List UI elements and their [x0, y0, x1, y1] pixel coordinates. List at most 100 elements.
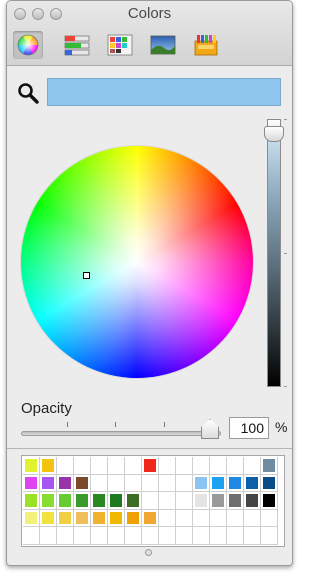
opacity-slider[interactable] [21, 431, 221, 436]
swatch-cell[interactable] [244, 527, 261, 545]
swatch-cell[interactable] [210, 457, 227, 475]
swatch-cell[interactable] [125, 492, 142, 510]
swatch-cell[interactable] [108, 509, 125, 527]
swatch-cell[interactable] [91, 509, 108, 527]
swatch-cell[interactable] [227, 527, 244, 545]
swatch-cell[interactable] [193, 527, 210, 545]
swatch-cell[interactable] [91, 474, 108, 492]
swatch-color [110, 494, 122, 507]
swatch-cell[interactable] [23, 509, 40, 527]
swatch-cell[interactable] [142, 457, 159, 475]
swatch-cell[interactable] [142, 474, 159, 492]
swatch-cell[interactable] [91, 457, 108, 475]
swatch-cell[interactable] [261, 527, 278, 545]
swatch-cell[interactable] [176, 509, 193, 527]
swatch-cell[interactable] [57, 527, 74, 545]
swatch-cell[interactable] [125, 474, 142, 492]
opacity-slider-knob[interactable] [201, 419, 219, 439]
swatch-cell[interactable] [193, 492, 210, 510]
tab-palettes[interactable] [105, 31, 135, 59]
swatch-cell[interactable] [176, 457, 193, 475]
swatch-cell[interactable] [193, 474, 210, 492]
swatch-cell[interactable] [261, 492, 278, 510]
swatch-cell[interactable] [227, 509, 244, 527]
swatch-cell[interactable] [108, 474, 125, 492]
swatch-cell[interactable] [57, 457, 74, 475]
swatch-cell[interactable] [57, 474, 74, 492]
swatch-cell[interactable] [125, 527, 142, 545]
swatch-cell[interactable] [176, 474, 193, 492]
swatch-cell[interactable] [244, 457, 261, 475]
swatch-cell[interactable] [244, 492, 261, 510]
swatch-cell[interactable] [23, 527, 40, 545]
swatch-cell[interactable] [91, 527, 108, 545]
tab-sliders[interactable] [62, 31, 92, 59]
swatch-cell[interactable] [108, 457, 125, 475]
swatch-cell[interactable] [40, 527, 57, 545]
swatch-cell[interactable] [210, 474, 227, 492]
swatch-cell[interactable] [159, 527, 176, 545]
swatch-cell[interactable] [23, 492, 40, 510]
swatch-cell[interactable] [74, 527, 91, 545]
swatch-cell[interactable] [227, 492, 244, 510]
swatch-cell[interactable] [261, 474, 278, 492]
swatch-cell[interactable] [74, 492, 91, 510]
swatch-cell[interactable] [159, 457, 176, 475]
swatch-cell[interactable] [108, 492, 125, 510]
swatch-cell[interactable] [74, 474, 91, 492]
swatch-cell[interactable] [261, 509, 278, 527]
swatch-cell[interactable] [40, 492, 57, 510]
swatch-cell[interactable] [244, 474, 261, 492]
swatch-cell[interactable] [227, 457, 244, 475]
swatch-cell[interactable] [227, 474, 244, 492]
swatch-cell[interactable] [159, 474, 176, 492]
opacity-tick [115, 422, 116, 427]
search-input[interactable] [47, 78, 281, 106]
swatch-cell[interactable] [210, 527, 227, 545]
swatch-cell[interactable] [108, 527, 125, 545]
brightness-tick [284, 253, 287, 254]
tab-image-palette[interactable] [148, 31, 178, 59]
swatch-cell[interactable] [176, 492, 193, 510]
swatch-color [127, 494, 139, 507]
swatch-color [76, 511, 88, 524]
swatch-color [42, 494, 54, 507]
swatch-cell[interactable] [210, 509, 227, 527]
swatch-cell[interactable] [91, 492, 108, 510]
swatch-resize-handle[interactable] [145, 549, 152, 556]
swatch-cell[interactable] [244, 509, 261, 527]
swatch-cell[interactable] [40, 457, 57, 475]
swatch-cell[interactable] [142, 527, 159, 545]
brightness-slider-knob[interactable] [264, 126, 284, 142]
swatch-cell[interactable] [142, 509, 159, 527]
swatch-cell[interactable] [159, 509, 176, 527]
swatch-color [93, 494, 105, 507]
swatch-cell[interactable] [57, 509, 74, 527]
color-wheel[interactable] [21, 146, 253, 378]
tab-crayons[interactable] [191, 31, 221, 59]
color-wheel-cursor[interactable] [83, 272, 90, 279]
swatch-cell[interactable] [142, 492, 159, 510]
swatch-cell[interactable] [210, 492, 227, 510]
tab-color-wheel[interactable] [13, 31, 43, 59]
swatch-color [144, 511, 156, 524]
swatch-cell[interactable] [40, 509, 57, 527]
swatch-cell[interactable] [40, 474, 57, 492]
swatch-color [229, 476, 241, 489]
opacity-value-field[interactable]: 100 [229, 417, 269, 439]
swatch-cell[interactable] [125, 457, 142, 475]
swatch-cell[interactable] [159, 492, 176, 510]
search-icon[interactable] [17, 82, 39, 104]
swatch-cell[interactable] [74, 509, 91, 527]
swatch-cell[interactable] [23, 457, 40, 475]
swatch-cell[interactable] [261, 457, 278, 475]
swatch-cell[interactable] [57, 492, 74, 510]
swatch-cell[interactable] [176, 527, 193, 545]
window-title: Colors [127, 5, 172, 22]
swatch-cell[interactable] [74, 457, 91, 475]
swatch-cell[interactable] [193, 509, 210, 527]
swatch-cell[interactable] [23, 474, 40, 492]
swatch-cell[interactable] [125, 509, 142, 527]
swatch-cell[interactable] [193, 457, 210, 475]
brightness-slider[interactable] [267, 119, 281, 387]
